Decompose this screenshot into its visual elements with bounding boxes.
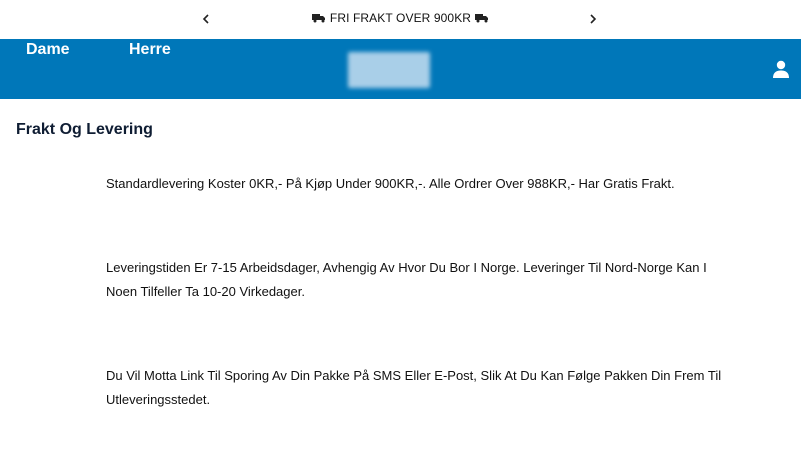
announcement-message: FRI FRAKT OVER 900KR <box>0 11 801 25</box>
nav-link-dame[interactable]: Dame <box>26 41 70 59</box>
tracking-paragraph: Du Vil Motta Link Til Sporing Av Din Pak… <box>106 368 722 407</box>
site-logo[interactable] <box>348 52 430 88</box>
main-header: Dame Herre <box>0 39 801 99</box>
shipping-cost-paragraph: Standardlevering Koster 0KR,- På Kjøp Un… <box>106 176 675 191</box>
announcement-next-button[interactable] <box>585 10 601 28</box>
announcement-bar: FRI FRAKT OVER 900KR <box>0 0 801 39</box>
delivery-time-paragraph: Leveringstiden Er 7-15 Arbeidsdager, Avh… <box>106 260 707 299</box>
announcement-text: FRI FRAKT OVER 900KR <box>329 11 472 25</box>
account-icon[interactable] <box>771 59 791 79</box>
truck-icon <box>475 14 489 23</box>
page-title: Frakt Og Levering <box>16 121 153 138</box>
nav-link-herre[interactable]: Herre <box>129 41 171 59</box>
truck-icon <box>311 14 325 23</box>
chevron-right-icon <box>590 14 597 24</box>
